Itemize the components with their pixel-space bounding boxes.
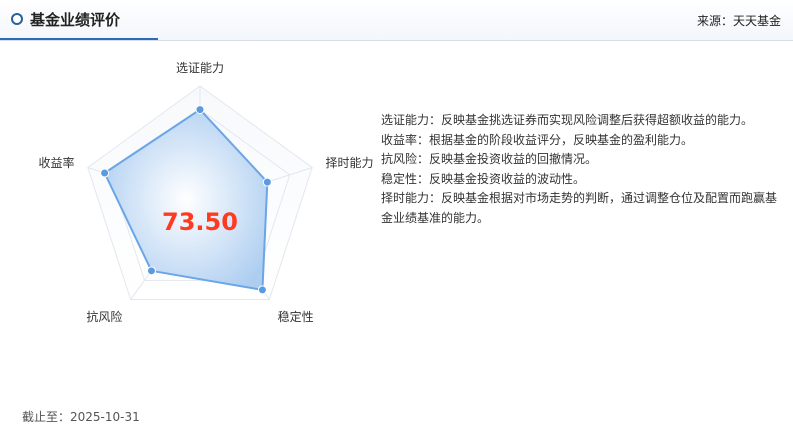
radar-axis-label: 收益率 — [38, 155, 74, 170]
radar-axis-label: 择时能力 — [326, 156, 374, 170]
panel-title: 基金业绩评价 — [30, 11, 121, 29]
radar-svg: 选证能力择时能力稳定性 抗风险 收益率 73.50 — [38, 61, 374, 324]
title-underline — [0, 38, 158, 40]
metric-descriptions: 选证能力：反映基金挑选证券而实现风险调整后获得超额收益的能力。 收益率：根据基金… — [381, 111, 781, 228]
score-value: 73.50 — [162, 208, 238, 236]
radar-axis-label: 选证能力 — [176, 61, 224, 75]
radar-data-point — [257, 285, 267, 295]
circle-icon — [11, 13, 23, 25]
radar-data-point — [262, 177, 272, 187]
as-of-date: 截止至：2025-10-31 — [22, 410, 140, 424]
data-source: 来源：天天基金 — [696, 14, 781, 28]
description-item: 稳定性：反映基金投资收益的波动性。 — [381, 171, 586, 186]
description-item: 抗风险：反映基金投资收益的回撤情况。 — [381, 152, 598, 166]
radar-chart: 选证能力择时能力稳定性 抗风险 收益率 73.50 — [0, 45, 400, 365]
panel-header: 基金业绩评价 来源：天天基金 — [0, 0, 793, 41]
radar-data-point — [195, 105, 205, 115]
radar-axis-label: 抗风险 — [86, 309, 122, 324]
radar-data-point — [100, 168, 110, 178]
radar-axis-label: 稳定性 — [278, 309, 314, 324]
description-item: 收益率：根据基金的阶段收益评分，反映基金的盈利能力。 — [381, 132, 694, 147]
description-item: 择时能力：反映基金根据对市场走势的判断，通过调整仓位及配置而跑赢基金业绩基准的能… — [381, 191, 778, 225]
radar-data-point — [146, 266, 156, 276]
description-item: 选证能力：反映基金挑选证券而实现风险调整后获得超额收益的能力。 — [381, 113, 754, 127]
